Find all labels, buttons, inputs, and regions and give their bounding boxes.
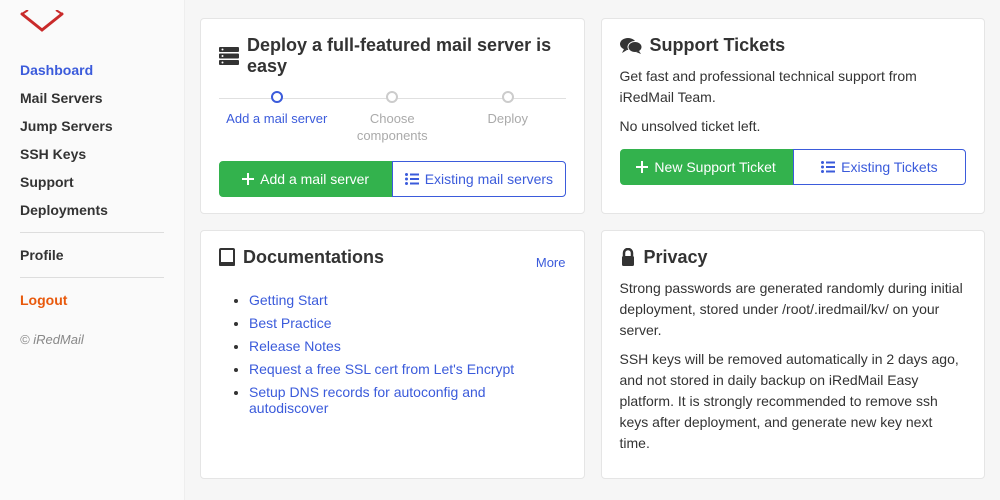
privacy-title-text: Privacy: [644, 247, 708, 268]
privacy-p1: Strong passwords are generated randomly …: [620, 278, 967, 341]
nav-deployments[interactable]: Deployments: [20, 196, 164, 224]
step-add-mail-server[interactable]: Add a mail server: [219, 91, 335, 128]
support-title-text: Support Tickets: [650, 35, 786, 56]
support-buttons: New Support Ticket Existing Tickets: [620, 149, 967, 185]
nav-divider: [20, 232, 164, 233]
envelope-logo-icon: [20, 10, 64, 38]
support-title: Support Tickets: [620, 35, 967, 56]
deploy-buttons: Add a mail server Existing mail servers: [219, 161, 566, 197]
existing-tickets-button[interactable]: Existing Tickets: [793, 149, 966, 185]
doc-link-dns-records[interactable]: Setup DNS records for autoconfig and aut…: [249, 384, 486, 416]
deploy-title: Deploy a full-featured mail server is ea…: [219, 35, 566, 77]
privacy-card: Privacy Strong passwords are generated r…: [601, 230, 986, 479]
doc-link-ssl-cert[interactable]: Request a free SSL cert from Let's Encry…: [249, 361, 514, 377]
deploy-steps: Add a mail server Choose components Depl…: [219, 91, 566, 145]
plus-icon: [636, 161, 648, 173]
doc-link-release-notes[interactable]: Release Notes: [249, 338, 341, 354]
nav-dashboard[interactable]: Dashboard: [20, 56, 164, 84]
support-status: No unsolved ticket left.: [620, 116, 967, 137]
doc-link-item: Best Practice: [249, 315, 566, 331]
new-support-ticket-button[interactable]: New Support Ticket: [620, 149, 793, 185]
add-mail-server-label: Add a mail server: [260, 171, 369, 187]
lock-icon: [620, 248, 636, 266]
deploy-title-text: Deploy a full-featured mail server is ea…: [247, 35, 566, 77]
doc-link-item: Release Notes: [249, 338, 566, 354]
nav-logout[interactable]: Logout: [20, 286, 164, 314]
nav-profile[interactable]: Profile: [20, 241, 164, 269]
docs-more-link[interactable]: More: [536, 255, 566, 270]
doc-link-item: Request a free SSL cert from Let's Encry…: [249, 361, 566, 377]
documentations-card: Documentations More Getting Start Best P…: [200, 230, 585, 479]
nav-list: Dashboard Mail Servers Jump Servers SSH …: [20, 56, 164, 314]
support-desc: Get fast and professional technical supp…: [620, 66, 967, 108]
step-deploy[interactable]: Deploy: [450, 91, 566, 128]
new-support-ticket-label: New Support Ticket: [654, 159, 775, 175]
privacy-title: Privacy: [620, 247, 967, 268]
doc-link-best-practice[interactable]: Best Practice: [249, 315, 331, 331]
existing-tickets-label: Existing Tickets: [841, 159, 937, 175]
docs-title: Documentations: [219, 247, 384, 268]
list-icon: [821, 161, 835, 173]
nav-divider: [20, 277, 164, 278]
nav-support[interactable]: Support: [20, 168, 164, 196]
step-choose-components[interactable]: Choose components: [335, 91, 451, 145]
nav-mail-servers[interactable]: Mail Servers: [20, 84, 164, 112]
book-icon: [219, 248, 235, 266]
comments-icon: [620, 37, 642, 55]
docs-list: Getting Start Best Practice Release Note…: [219, 292, 566, 416]
doc-link-getting-start[interactable]: Getting Start: [249, 292, 328, 308]
sidebar: Dashboard Mail Servers Jump Servers SSH …: [0, 0, 185, 500]
privacy-p2: SSH keys will be removed automatically i…: [620, 349, 967, 454]
copyright: © iRedMail: [20, 332, 164, 347]
support-card: Support Tickets Get fast and professiona…: [601, 18, 986, 214]
doc-link-item: Getting Start: [249, 292, 566, 308]
nav-ssh-keys[interactable]: SSH Keys: [20, 140, 164, 168]
plus-icon: [242, 173, 254, 185]
doc-link-item: Setup DNS records for autoconfig and aut…: [249, 384, 566, 416]
nav-jump-servers[interactable]: Jump Servers: [20, 112, 164, 140]
main-content: Deploy a full-featured mail server is ea…: [185, 0, 1000, 500]
docs-title-text: Documentations: [243, 247, 384, 268]
deploy-card: Deploy a full-featured mail server is ea…: [200, 18, 585, 214]
server-icon: [219, 47, 239, 65]
existing-mail-servers-label: Existing mail servers: [425, 171, 553, 187]
existing-mail-servers-button[interactable]: Existing mail servers: [392, 161, 565, 197]
list-icon: [405, 173, 419, 185]
logo: [20, 10, 164, 38]
add-mail-server-button[interactable]: Add a mail server: [219, 161, 392, 197]
